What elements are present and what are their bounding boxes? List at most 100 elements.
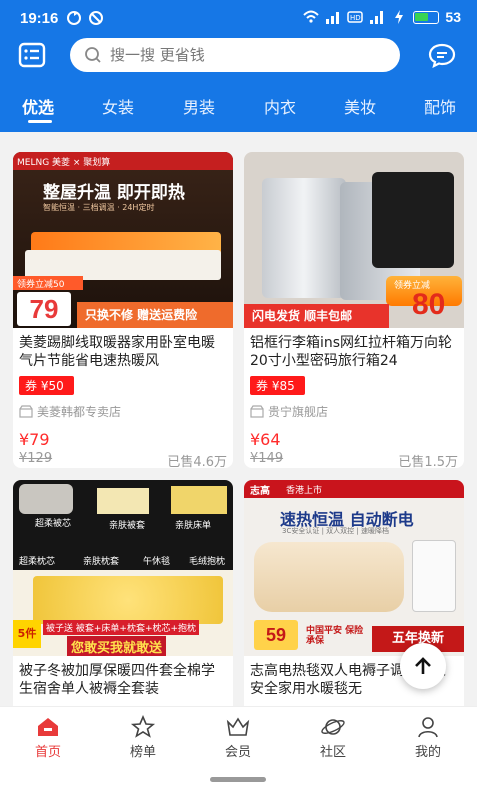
nav-home[interactable]: 首页 [18,715,78,760]
nav-label: 我的 [414,745,441,760]
label-pillow-core: 超柔枕芯 [19,557,56,567]
shop-icon [19,405,33,418]
block-icon [89,11,103,25]
nav-ranking[interactable]: 榜单 [113,715,173,760]
image-banner-left: 中国平安 保险承保 [306,626,364,646]
product-price: ¥64 [250,430,281,449]
scan-list-icon[interactable] [18,42,46,68]
tab-underwear[interactable]: 内衣 [264,94,296,118]
original-price: ¥129 [19,451,53,466]
nav-profile[interactable]: 我的 [398,715,458,760]
sold-count: 已售1.5万 [398,455,458,468]
nav-label: 社区 [319,745,346,760]
sync-icon [67,11,81,25]
product-card[interactable]: MELNG 美菱 × 聚划算 整屋升温 即开即热 智能恒温 · 三档调温 · 2… [13,152,233,468]
category-tabs: 优选 女装 男装 内衣 美妆 配饰 [0,90,477,130]
price-row: ¥149 已售1.5万 [244,449,464,468]
label-plush-pillow: 毛绒抱枕 [189,557,226,567]
status-bar: 19:16 HD 53 [0,0,477,36]
svg-text:HD: HD [350,14,361,22]
product-title: 铝框行李箱ins网红拉杆箱万向轮20寸小型密码旅行箱24 [250,335,453,369]
nav-community[interactable]: 社区 [303,715,363,760]
hd-icon: HD [347,11,364,23]
home-icon [38,718,58,736]
image-banner: 被子送 被套+床单+枕套+枕芯+抱枕 [43,620,200,635]
image-brand-strip: MELNG 美菱 × 聚划算 [13,152,233,170]
crown-icon [226,717,250,736]
planet-icon [321,719,345,735]
search-input[interactable] [110,46,390,64]
label-pillowcase: 亲肤枕套 [83,557,120,567]
silver-suitcase [262,178,346,298]
product-image[interactable]: MELNG 美菱 × 聚划算 整屋升温 即开即热 智能恒温 · 三档调温 · 2… [13,152,233,328]
signal-icon-2 [370,11,384,24]
status-time: 19:16 [20,10,59,27]
product-card[interactable]: 超柔被芯 亲肤被套 亲肤床单 超柔枕芯 亲肤枕套 午休毯 毛绒抱枕 5件 被子送… [13,480,233,706]
coupon-badge: 券 ¥85 [250,376,305,395]
signal-icon [326,12,340,24]
tab-accessories[interactable]: 配饰 [424,94,456,118]
shop-name: 美菱韩都专卖店 [37,405,122,419]
status-notification-icons [66,10,104,26]
image-features: 智能恒温 · 三档调温 · 24H定时 [43,203,155,212]
shop-row[interactable]: 贵宁旗舰店 [244,395,464,420]
image-badge: 5件 [13,620,41,648]
image-brand: 志高 [250,486,270,497]
nav-label: 会员 [224,745,251,760]
search-icon [85,47,101,63]
nav-label: 首页 [34,745,61,760]
image-brand-strip [244,480,464,498]
product-image[interactable]: 领券立减 80 闪电发货 顺丰包邮 [244,152,464,328]
tab-women[interactable]: 女装 [102,94,134,118]
arrow-up-icon [415,657,431,674]
tab-men[interactable]: 男装 [183,94,215,118]
tab-beauty[interactable]: 美妆 [344,94,376,118]
product-title: 被子冬被加厚保暖四件套全棉学生宿舍单人被褥全套装 [19,663,215,697]
original-price: ¥149 [250,451,284,466]
duvet-cover [97,488,149,514]
star-icon [130,715,156,738]
user-icon [418,717,438,738]
product-card[interactable]: 领券立减 80 闪电发货 顺丰包邮 铝框行李箱ins网红拉杆箱万向轮20寸小型密… [244,152,464,468]
image-sub: 3C安全认证 | 双人双控 | 速暖降档 [282,527,389,535]
bed-sheet [171,486,227,514]
image-price-tag: 80 [412,288,446,321]
coupon-badge: 券 ¥50 [19,376,74,395]
tab-youxuan[interactable]: 优选 [22,94,54,118]
image-brand-tag: 香港上市 [286,486,323,496]
battery-level: 53 [445,9,461,25]
sold-count: 已售4.6万 [167,455,227,468]
label-quilt-core: 超柔被芯 [35,519,72,529]
charging-icon [395,10,404,24]
quilt-roll [19,484,73,514]
nav-member[interactable]: 会员 [208,715,268,760]
message-icon[interactable] [427,42,457,68]
image-banner: 闪电发货 顺丰包邮 [244,304,389,328]
wifi-icon [303,10,320,23]
search-bar[interactable] [70,38,400,72]
image-headline: 整屋升温 即开即热 [43,183,185,203]
gesture-home-bar[interactable] [210,777,266,782]
back-to-top-button[interactable] [400,643,446,689]
controller-photo [412,540,456,612]
product-title: 美菱踢脚线取暖器家用卧室电暖气片节能省电速热暖风 [19,335,215,369]
shop-name: 贵宁旗舰店 [268,405,329,419]
product-feed[interactable]: MELNG 美菱 × 聚划算 整屋升温 即开即热 智能恒温 · 三档调温 · 2… [0,132,477,706]
black-suitcase [372,172,454,268]
shop-icon [250,405,264,418]
image-coupon-label: 领券立减50 [13,276,83,290]
nav-label: 榜单 [129,745,156,760]
battery-icon [413,10,440,24]
image-price-tag: 59 [254,620,298,650]
label-duvet-cover: 亲肤被套 [109,521,146,531]
product-image[interactable]: 志高 香港上市 速热恒温 自动断电 3C安全认证 | 双人双控 | 速暖降档 5… [244,480,464,656]
label-bed-sheet: 亲肤床单 [175,521,212,531]
price-row: ¥129 已售4.6万 [13,449,233,468]
shop-row[interactable]: 美菱韩都专卖店 [13,395,233,420]
bedding-photo [33,576,223,624]
bottom-nav: 首页 榜单 会员 社区 我的 [0,706,477,797]
product-image[interactable]: 超柔被芯 亲肤被套 亲肤床单 超柔枕芯 亲肤枕套 午休毯 毛绒抱枕 5件 被子送… [13,480,233,656]
top-header: 19:16 HD 53 优选 女装 男装 内衣 美妆 配饰 [0,0,477,132]
image-price-tag: 79 [17,292,71,326]
status-system-icons: HD 53 [303,9,461,25]
